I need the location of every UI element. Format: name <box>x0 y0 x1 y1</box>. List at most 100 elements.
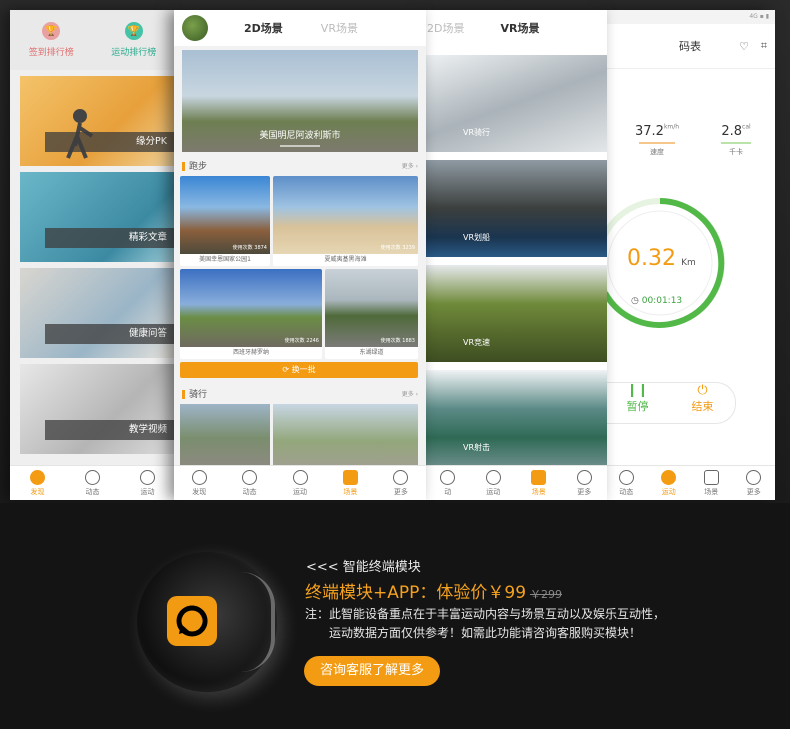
calorie-underline <box>721 142 751 144</box>
tab-vr-scene[interactable]: VR场景 <box>321 20 358 36</box>
banner-caption: 美国明尼阿波利斯市 <box>259 131 341 141</box>
bottom-tabbar: 动 运动 场景 更多 <box>425 465 607 500</box>
section-ride-title: 骑行 <box>189 389 208 400</box>
vr-racing[interactable]: VR竞速 <box>425 265 607 362</box>
speed-unit: km/h <box>663 123 680 131</box>
refresh-button[interactable]: ⟳ 换一批 <box>180 362 418 378</box>
elapsed-time: ◷ 00:01:13 <box>631 296 682 306</box>
tab-2d-scene[interactable]: 2D场景 <box>244 20 283 36</box>
discover-screen: 🏆 签到排行榜 🏆 运动排行榜 缘分PK 精彩文章 健康问答 教学视频 发现 动… <box>10 10 175 500</box>
scene-thumb-hawaii[interactable]: 夏威夷基黑海滩 使用次数 3239 <box>273 176 418 266</box>
sign-in-ranking-label: 签到排行榜 <box>28 48 74 58</box>
screenshots-stage: 🏆 签到排行榜 🏆 运动排行榜 缘分PK 精彩文章 健康问答 教学视频 发现 动… <box>0 0 790 503</box>
scene-caption: 夏威夷基黑海滩 <box>324 256 367 263</box>
card-articles[interactable]: 精彩文章 <box>20 172 175 262</box>
tab-feed[interactable]: 动态 <box>224 466 274 500</box>
scene-caption: 美国幸恩国家公园1 <box>199 256 251 263</box>
distance-unit: Km <box>681 258 696 268</box>
section-bar <box>182 389 185 399</box>
app-logo-icon <box>167 596 217 646</box>
time-value: 00:01:13 <box>641 296 683 306</box>
tab-vr-scene[interactable]: VR场景 <box>500 20 539 36</box>
feed-icon <box>618 469 634 485</box>
vr-label: VR竞速 <box>463 338 491 347</box>
tab-discover[interactable]: 发现 <box>10 466 65 500</box>
ride-thumb-2[interactable] <box>273 404 418 466</box>
end-button[interactable]: ⏻ 结束 <box>670 383 735 423</box>
scene-icon <box>703 469 719 485</box>
tab-more[interactable]: 更多 <box>562 466 608 500</box>
old-price: ￥299 <box>530 588 563 601</box>
tab-2d-scene[interactable]: 2D场景 <box>427 20 464 36</box>
calorie-value: 2.8 <box>721 124 743 139</box>
tab-feed[interactable]: 动态 <box>65 466 120 500</box>
more-icon <box>393 469 409 485</box>
note-line-2: 运动数据方面仅供参考！如需此功能请咨询客服购买模块！ <box>329 626 642 640</box>
vr-rowing[interactable]: VR划船 <box>425 160 607 257</box>
status-bar: 4G ▪ ▮ <box>605 10 775 24</box>
banner[interactable]: 美国明尼阿波利斯市 <box>182 50 418 152</box>
pause-icon: ❙❙ <box>626 383 649 398</box>
section-run: 跑步 更多 › <box>174 156 426 174</box>
usage-count: 使用次数 3239 <box>380 245 415 251</box>
feed-icon <box>242 469 258 485</box>
chat-bubble-icon <box>176 605 208 637</box>
vr-label: VR骑行 <box>463 128 491 137</box>
sport-ranking[interactable]: 🏆 运动排行榜 <box>93 10 176 70</box>
calorie-label: 千卡 <box>729 148 743 156</box>
sport-ranking-label: 运动排行榜 <box>111 48 157 58</box>
speed-underline <box>639 142 676 144</box>
discover-icon <box>191 469 207 485</box>
more-link[interactable]: 更多 › <box>402 389 418 398</box>
pause-button[interactable]: ❙❙ 暂停 <box>605 383 670 423</box>
ride-thumb-1[interactable] <box>180 404 270 466</box>
scene-photo <box>273 176 418 254</box>
bike-icon <box>140 469 155 485</box>
tab-sport[interactable]: 运动 <box>648 466 691 500</box>
tab-more[interactable]: 更多 <box>733 466 776 500</box>
card-videos[interactable]: 教学视频 <box>20 364 175 454</box>
tab-scene[interactable]: 场景 <box>325 466 375 500</box>
scene-thumb-donghu[interactable]: 东湖绿道 使用次数 1883 <box>325 269 418 359</box>
tab-sport[interactable]: 运动 <box>275 466 325 500</box>
more-link[interactable]: 更多 › <box>402 161 418 170</box>
scene-thumb-girona[interactable]: 西班牙赫罗纳 使用次数 2246 <box>180 269 322 359</box>
tab-scene[interactable]: 场景 <box>516 466 562 500</box>
discover-icon <box>30 469 45 485</box>
tab-feed[interactable]: 动 <box>425 466 471 500</box>
tab-sport[interactable]: 运动 <box>471 466 517 500</box>
distance-readout: 0.32 Km <box>627 246 696 271</box>
ranking-header: 🏆 签到排行榜 🏆 运动排行榜 <box>10 10 175 70</box>
section-bar <box>182 161 185 171</box>
odometer-screen: 4G ▪ ▮ 码表 ♡ ⌗ 37.2km/h 速度 2.8cal 千卡 0.32… <box>605 10 775 500</box>
clock-icon: ◷ <box>631 296 639 306</box>
sign-in-ranking[interactable]: 🏆 签到排行榜 <box>10 10 93 70</box>
card-label: 缘分PK <box>45 132 175 152</box>
section-run-title: 跑步 <box>189 161 208 172</box>
scene-thumb-zion[interactable]: 美国幸恩国家公园1 使用次数 3874 <box>180 176 270 266</box>
vr-cycling[interactable]: VR骑行 <box>425 55 607 152</box>
card-label: 精彩文章 <box>45 228 175 248</box>
vr-label: VR射击 <box>463 443 491 452</box>
terminal-device-image <box>137 552 277 692</box>
vr-shooting[interactable]: VR射击 <box>425 370 607 467</box>
card-pk[interactable]: 缘分PK <box>20 76 175 166</box>
feed-icon <box>440 469 456 485</box>
scan-icon[interactable]: ⌗ <box>761 39 767 53</box>
heart-icon[interactable]: ♡ <box>739 40 749 53</box>
tab-sport[interactable]: 运动 <box>120 466 175 500</box>
power-icon: ⏻ <box>697 383 708 398</box>
price-line: 终端模块+APP：体验价￥99 ￥299 <box>305 578 562 603</box>
device-rim <box>241 572 275 672</box>
consult-button[interactable]: 咨询客服了解更多 <box>304 656 440 686</box>
avatar[interactable] <box>182 15 208 41</box>
runner-photo <box>66 109 94 159</box>
tab-discover[interactable]: 发现 <box>174 466 224 500</box>
odometer-header: 码表 ♡ ⌗ <box>605 24 775 69</box>
tab-feed[interactable]: 动态 <box>605 466 648 500</box>
tab-scene[interactable]: 场景 <box>690 466 733 500</box>
more-icon <box>746 469 762 485</box>
tab-more[interactable]: 更多 <box>376 466 426 500</box>
card-health-qa[interactable]: 健康问答 <box>20 268 175 358</box>
note-text: 注：此智能设备重点在于丰富运动内容与场景互动以及娱乐互动性， 运动数据方面仅供参… <box>305 605 665 643</box>
